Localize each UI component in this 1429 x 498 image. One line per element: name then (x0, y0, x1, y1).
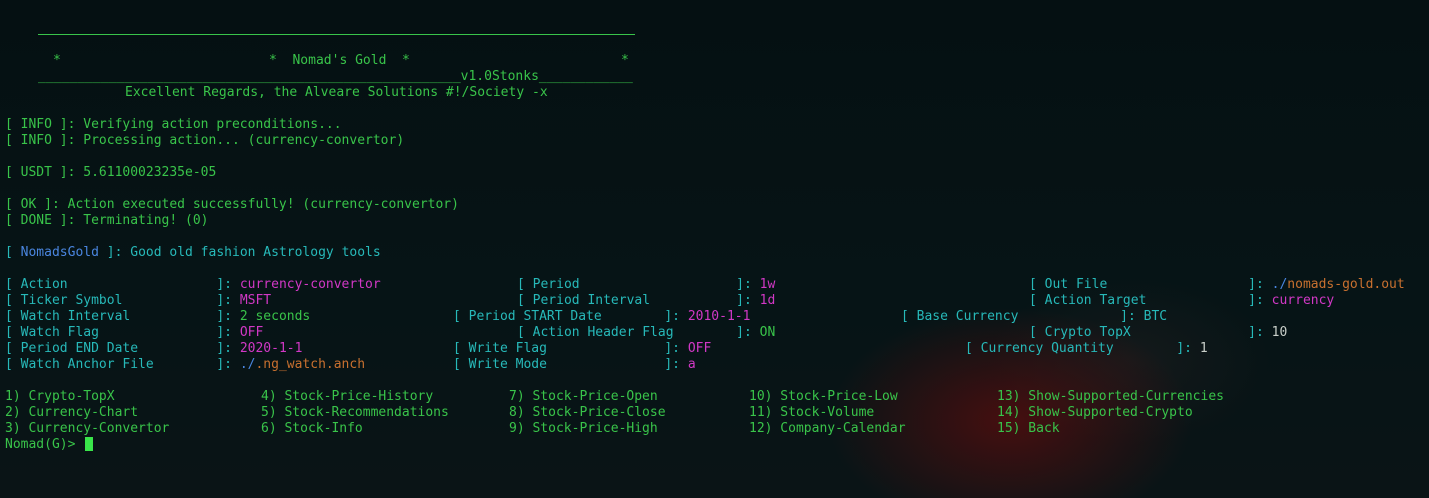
log-header: [ NomadsGold ]: Good old fashion Astrolo… (5, 245, 381, 261)
setting-watch-flag: [ Watch Flag ]: OFF (5, 325, 263, 341)
banner-star-left: * (53, 53, 61, 68)
setting-crypto-topx: [ Crypto TopX ]: 10 (1029, 325, 1287, 341)
setting-label: [ Period START Date ]: (453, 309, 688, 324)
log-info-processing: [ INFO ]: Processing action... (currency… (5, 133, 405, 148)
menu-item-crypto-topx[interactable]: 1) Crypto-TopX (5, 389, 115, 405)
log-done: [ DONE ]: Terminating! (0) (5, 213, 209, 228)
setting-label: [ Write Mode ]: (453, 357, 688, 372)
setting-value: nomads-gold.out (1287, 277, 1405, 292)
menu-item-stock-price-history[interactable]: 4) Stock-Price-History (261, 389, 433, 405)
setting-out-file: [ Out File ]: ./nomads-gold.out (1029, 277, 1405, 293)
banner-version-line: ________________________________________… (38, 69, 633, 84)
banner-star-right: * (621, 53, 629, 68)
setting-value: 2010-1-1 (687, 309, 751, 324)
setting-action-header-flag: [ Action Header Flag ]: ON (517, 325, 775, 341)
setting-period-end-date: [ Period END Date ]: 2020-1-1 (5, 341, 302, 357)
menu-item-company-calendar[interactable]: 12) Company-Calendar (749, 421, 906, 437)
setting-watch-interval: [ Watch Interval ]: 2 seconds (5, 309, 310, 325)
setting-action: [ Action ]: currency-convertor (5, 277, 381, 293)
setting-value: currency-convertor (239, 277, 381, 292)
terminal-window[interactable]: * * Nomad's Gold * * ___________________… (0, 0, 1429, 498)
log-header-name: NomadsGold (20, 245, 99, 260)
setting-ticker-symbol: [ Ticker Symbol ]: MSFT (5, 293, 271, 309)
log-info-verifying: [ INFO ]: Verifying action preconditions… (5, 117, 342, 132)
menu-item-stock-price-low[interactable]: 10) Stock-Price-Low (749, 389, 898, 405)
setting-value: 1w (759, 277, 776, 292)
setting-value: 1 (1199, 341, 1208, 356)
setting-write-flag: [ Write Flag ]: OFF (453, 341, 711, 357)
setting-label: [ Period ]: (517, 277, 760, 292)
setting-label: [ Action Header Flag ]: (517, 325, 760, 340)
setting-value: a (687, 357, 696, 372)
setting-value: .ng_watch.anch (255, 357, 366, 372)
menu-item-stock-price-open[interactable]: 7) Stock-Price-Open (509, 389, 658, 405)
setting-label: [ Ticker Symbol ]: (5, 293, 240, 308)
setting-value: MSFT (239, 293, 272, 308)
menu-item-back[interactable]: 15) Back (997, 421, 1060, 437)
setting-value: currency (1271, 293, 1335, 308)
menu-item-currency-convertor[interactable]: 3) Currency-Convertor (5, 421, 169, 437)
setting-label: [ Period Interval ]: (517, 293, 760, 308)
setting-period: [ Period ]: 1w (517, 277, 775, 293)
menu-item-stock-price-close[interactable]: 8) Stock-Price-Close (509, 405, 666, 421)
menu-item-stock-recommendations[interactable]: 5) Stock-Recommendations (261, 405, 449, 421)
setting-watch-anchor-file: [ Watch Anchor File ]: ./.ng_watch.anch (5, 357, 365, 373)
log-header-close: ]: Good old fashion Astrology tools (98, 245, 381, 260)
setting-label: [ Action Target ]: (1029, 293, 1272, 308)
setting-label: [ Write Flag ]: (453, 341, 688, 356)
setting-base-currency: [ Base Currency ]: BTC (901, 309, 1167, 325)
log-usdt-result: [ USDT ]: 5.61100023235e-05 (5, 165, 217, 180)
menu-item-show-supported-crypto[interactable]: 14) Show-Supported-Crypto (997, 405, 1193, 421)
banner-credits: Excellent Regards, the Alveare Solutions… (125, 85, 548, 100)
setting-value: 2 seconds (239, 309, 311, 324)
setting-label: [ Out File ]: (1029, 277, 1272, 292)
setting-label: [ Watch Anchor File ]: (5, 357, 240, 372)
banner-title: * Nomad's Gold * (269, 53, 410, 68)
command-input-cursor[interactable] (85, 437, 93, 451)
menu-item-stock-volume[interactable]: 11) Stock-Volume (749, 405, 874, 421)
setting-period-interval: [ Period Interval ]: 1d (517, 293, 775, 309)
setting-label: [ Action ]: (5, 277, 240, 292)
setting-label: [ Watch Interval ]: (5, 309, 240, 324)
setting-label: [ Period END Date ]: (5, 341, 240, 356)
setting-label: [ Watch Flag ]: (5, 325, 240, 340)
menu-item-stock-price-high[interactable]: 9) Stock-Price-High (509, 421, 658, 437)
setting-value: OFF (239, 325, 264, 340)
menu-item-currency-chart[interactable]: 2) Currency-Chart (5, 405, 138, 421)
shell-prompt: Nomad(G)> (5, 437, 76, 452)
menu-item-stock-info[interactable]: 6) Stock-Info (261, 421, 363, 437)
setting-value-prefix: ./ (239, 357, 256, 372)
setting-period-start-date: [ Period START Date ]: 2010-1-1 (453, 309, 750, 325)
setting-value: BTC (1143, 309, 1168, 324)
setting-label: [ Crypto TopX ]: (1029, 325, 1272, 340)
setting-value: 10 (1271, 325, 1288, 340)
setting-value: 1d (759, 293, 776, 308)
setting-label: [ Base Currency ]: (901, 309, 1144, 324)
setting-currency-quantity: [ Currency Quantity ]: 1 (965, 341, 1208, 357)
banner-top-rule (38, 34, 635, 35)
menu-item-show-supported-currencies[interactable]: 13) Show-Supported-Currencies (997, 389, 1224, 405)
setting-write-mode: [ Write Mode ]: a (453, 357, 696, 373)
setting-value-prefix: ./ (1271, 277, 1288, 292)
setting-label: [ Currency Quantity ]: (965, 341, 1200, 356)
setting-value: 2020-1-1 (239, 341, 303, 356)
setting-value: OFF (687, 341, 712, 356)
setting-value: ON (759, 325, 776, 340)
setting-action-target: [ Action Target ]: currency (1029, 293, 1334, 309)
log-header-open: [ (5, 245, 21, 260)
log-ok: [ OK ]: Action executed successfully! (c… (5, 197, 459, 212)
